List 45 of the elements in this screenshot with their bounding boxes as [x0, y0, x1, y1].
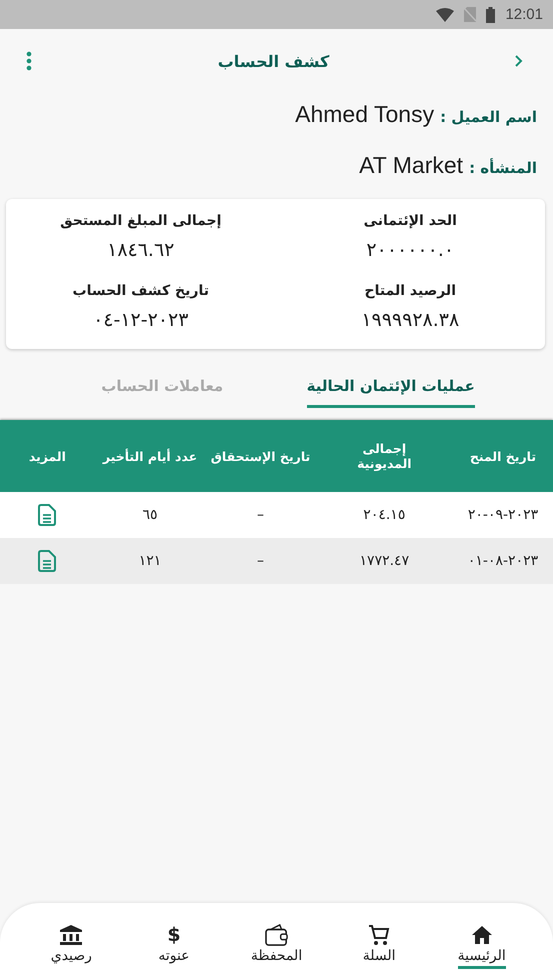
summary-value: ٢٠٢٣-١٢-٠٤	[93, 309, 188, 331]
table-cell-text: –	[256, 553, 265, 569]
wallet-icon[interactable]	[264, 924, 290, 946]
column-header: عدد أيام التأخير	[101, 448, 198, 464]
page-title: كشف الحساب	[218, 52, 330, 70]
column-header: تاريخ الإستحقاق	[210, 448, 312, 464]
table-cell-text: –	[256, 507, 265, 523]
summary-value: ١٨٤٦.٦٢	[107, 239, 174, 261]
summary-label: الحد الإئتمانى	[364, 213, 457, 229]
summary-label: إجمالى المبلغ المستحق	[60, 213, 222, 229]
bank-icon[interactable]	[60, 924, 82, 946]
document-icon[interactable]	[38, 550, 56, 572]
column-header: تاريخ المنح	[468, 448, 538, 464]
table-cell-text: ٢٠٢٣-٠٩-٢٠	[466, 507, 540, 523]
summary-value: ٢٠٠٠٠٠٠.٠	[366, 239, 454, 261]
field-value: Ahmed Tonsy	[295, 101, 434, 128]
nav-item[interactable]: رصيدي	[50, 948, 92, 969]
table-cell-text: ١٢١	[138, 553, 162, 569]
nav-item[interactable]: المحفظة	[250, 948, 302, 969]
status-time: 12:01	[505, 6, 543, 23]
battery-icon	[486, 6, 496, 22]
dollar-icon[interactable]: $	[167, 924, 181, 946]
nav-item[interactable]: السلة	[362, 948, 396, 969]
table-cell-text: ٦٥	[142, 507, 159, 523]
document-icon[interactable]	[38, 504, 56, 526]
summary-label: تاريخ كشف الحساب	[72, 283, 209, 299]
wifi-icon	[436, 8, 454, 22]
column-header: المزيد	[28, 448, 67, 464]
field-value: AT Market	[359, 152, 464, 179]
table-cell-text: ٢٠٤.١٥	[362, 507, 406, 523]
summary-label: الرصيد المتاح	[364, 283, 456, 299]
back-chevron-icon[interactable]	[515, 55, 523, 67]
table-cell-text: ١٧٧٢.٤٧	[358, 553, 410, 569]
cart-icon[interactable]	[368, 924, 390, 946]
field-label: اسم العميل :	[440, 108, 537, 126]
column-header: إجمالى المديونية	[356, 441, 413, 471]
summary-value: ١٩٩٩٩٢٨.٣٨	[361, 309, 460, 331]
table-cell-text: ٢٠٢٣-٠٨-٠١	[466, 553, 540, 569]
no-sim-icon	[464, 7, 476, 22]
nav-item[interactable]: عنوته	[158, 948, 190, 969]
tab[interactable]: عمليات الإئتمان الحالية	[306, 371, 475, 408]
field-label: المنشأه :	[469, 159, 537, 177]
more-menu-icon[interactable]	[26, 51, 32, 71]
home-icon[interactable]	[472, 924, 492, 946]
nav-item[interactable]: الرئيسية	[458, 948, 506, 969]
